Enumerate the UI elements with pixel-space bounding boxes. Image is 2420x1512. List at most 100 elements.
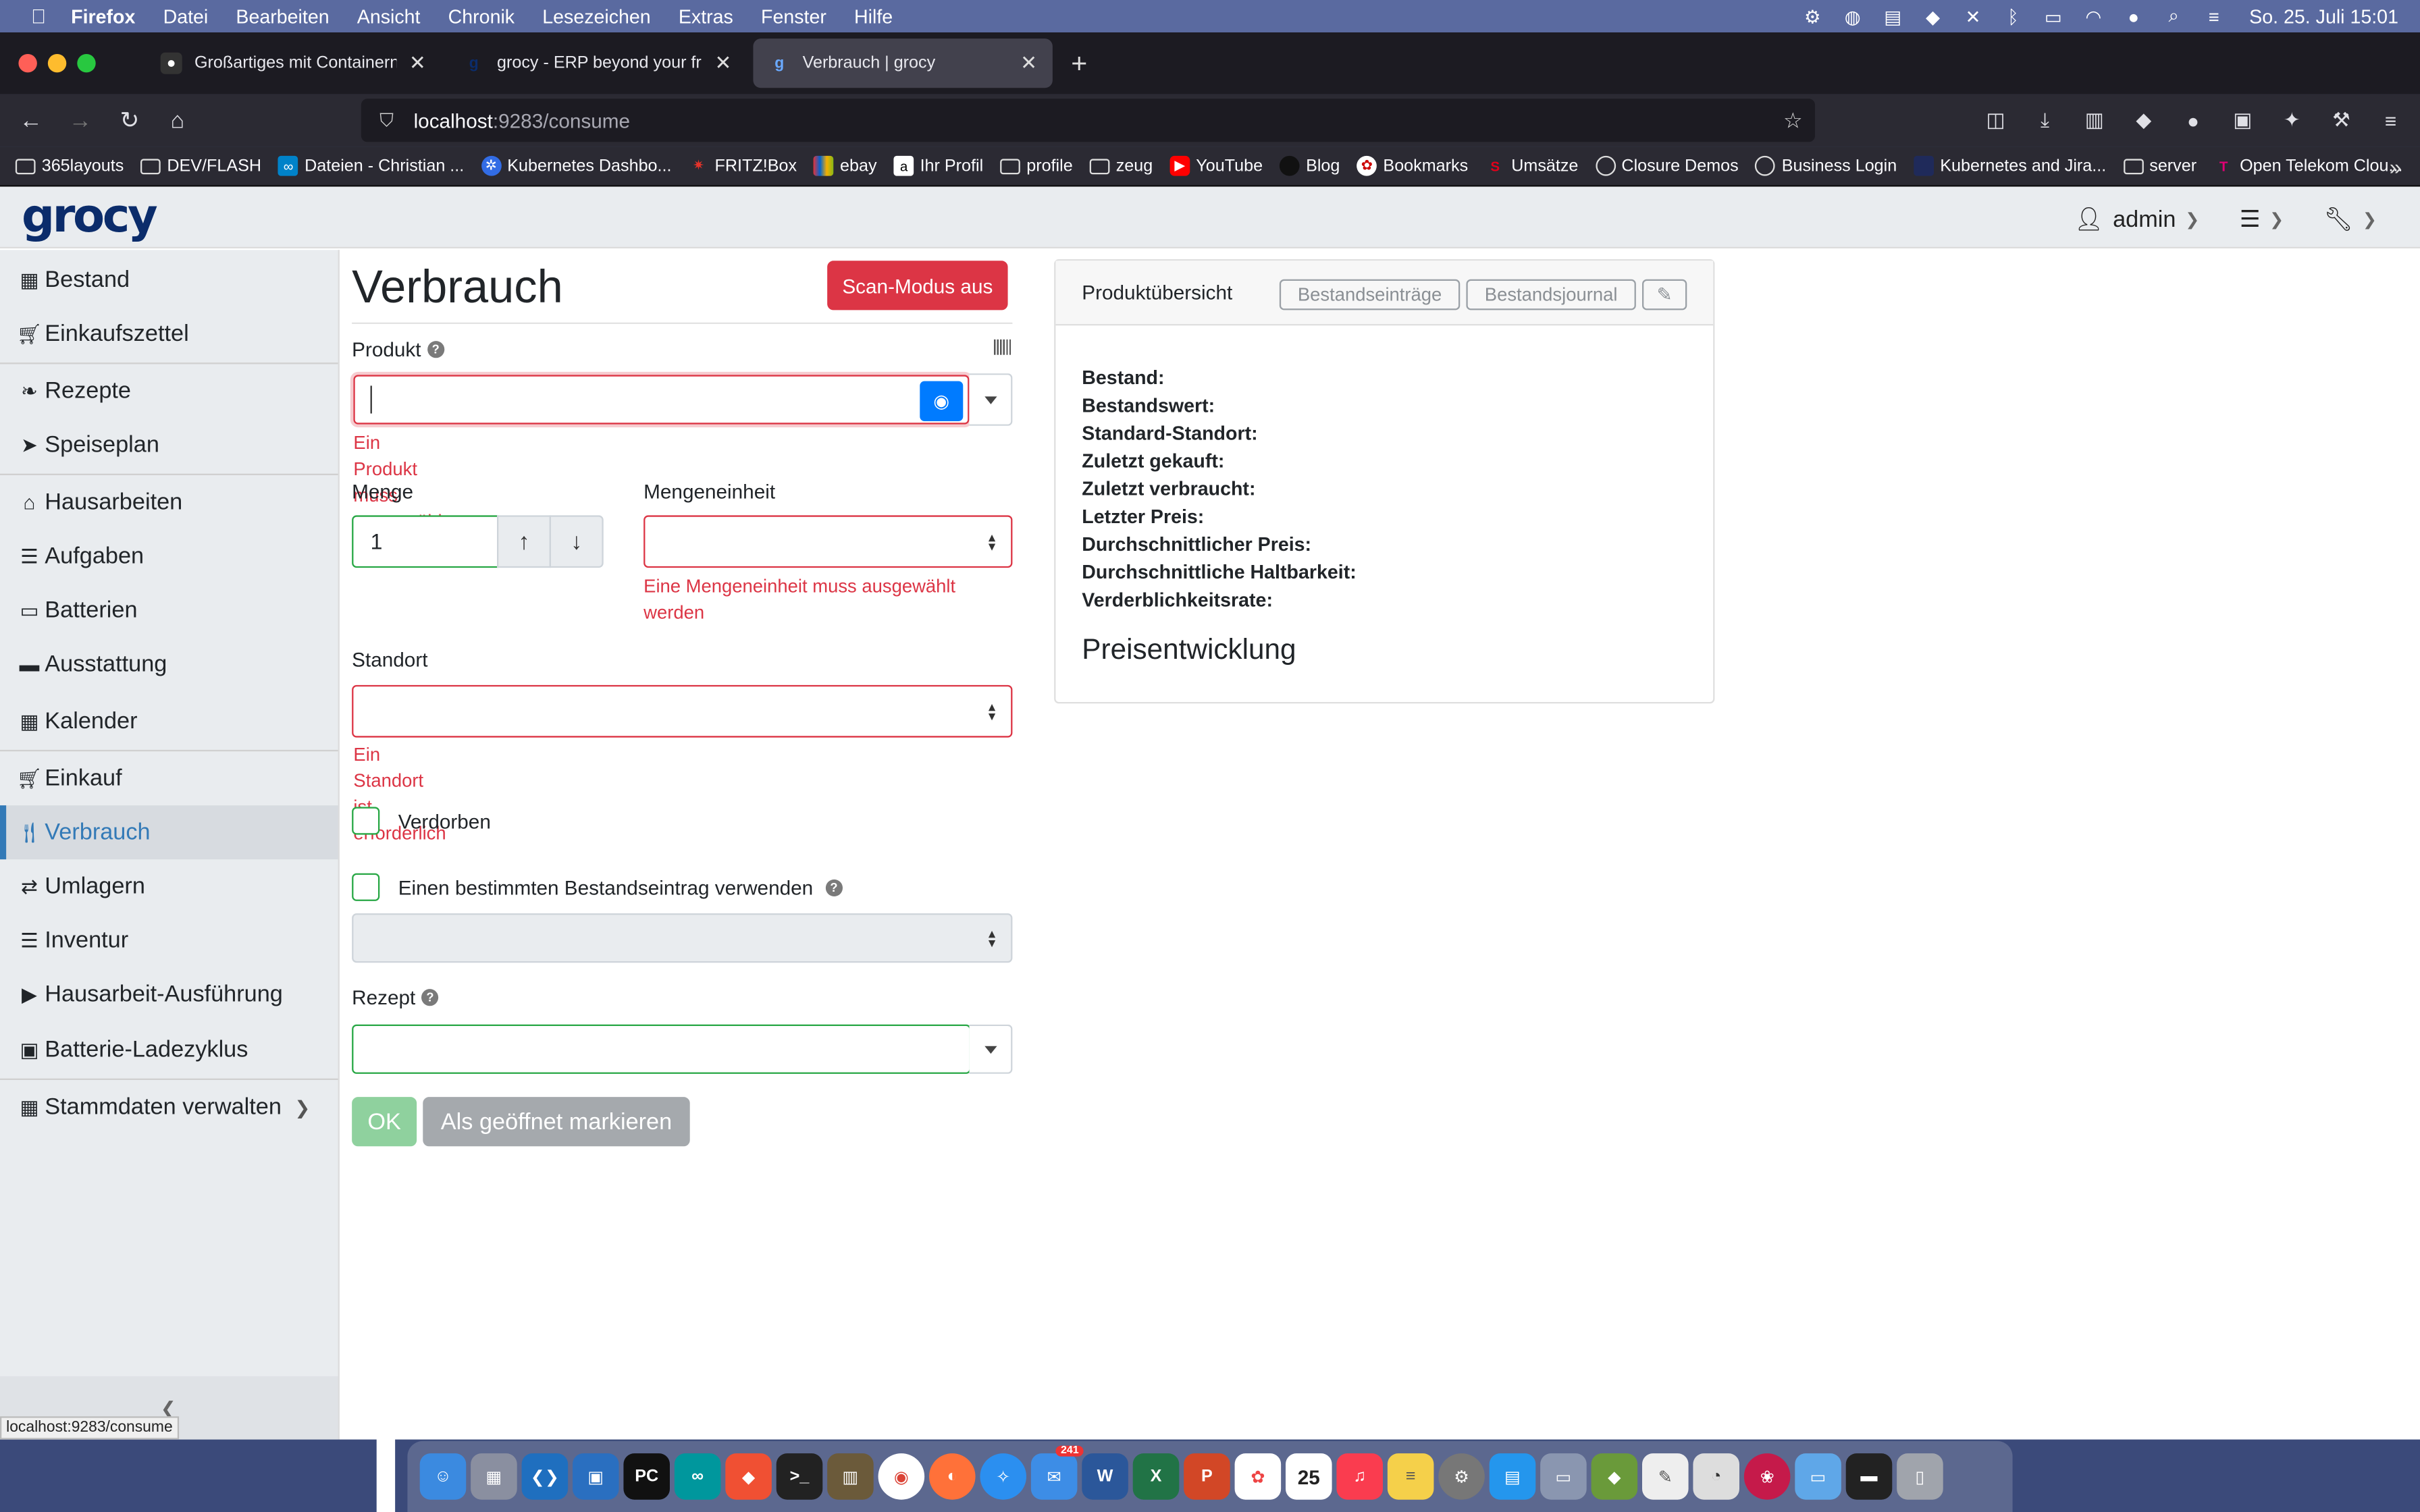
- bookmark-bookmarks[interactable]: ✿ Bookmarks: [1357, 155, 1468, 176]
- reader-icon[interactable]: ▥: [2080, 107, 2108, 134]
- clock[interactable]: So. 25. Juli 15:01: [2249, 5, 2398, 27]
- bookmark-ihr-profil[interactable]: a Ihr Profil: [893, 155, 983, 176]
- stock-entries-button[interactable]: Bestandseinträge: [1279, 279, 1461, 310]
- bookmark-business-login[interactable]: Business Login: [1755, 155, 1897, 176]
- bookmark-profile[interactable]: profile: [1000, 157, 1073, 175]
- git-icon[interactable]: ◆: [725, 1453, 772, 1500]
- menu-datei[interactable]: Datei: [163, 5, 209, 27]
- finder-icon[interactable]: ☺: [419, 1453, 467, 1500]
- tracking-shield-icon[interactable]: ⛉: [379, 109, 398, 132]
- amount-increase-button[interactable]: ↑: [497, 515, 552, 568]
- amount-input[interactable]: 1: [352, 515, 499, 568]
- gear-icon[interactable]: ⚙: [1801, 5, 1823, 27]
- launchpad-icon[interactable]: ▦: [471, 1453, 517, 1500]
- screen-icon[interactable]: ▬: [1845, 1453, 1893, 1500]
- user-menu[interactable]: 👤︎ admin ❯: [2074, 205, 2199, 233]
- mail-icon[interactable]: ✉ 241: [1030, 1445, 1084, 1500]
- bookmark-server[interactable]: server: [2123, 157, 2197, 175]
- mute-icon[interactable]: ✕: [1962, 5, 1984, 27]
- bookmark-umsaetze[interactable]: S Umsätze: [1485, 156, 1578, 176]
- safari-icon[interactable]: ✧: [980, 1453, 1027, 1500]
- control-center-icon[interactable]: ≡: [2203, 5, 2225, 27]
- adblock-icon[interactable]: ●: [2179, 107, 2207, 134]
- grocy-logo[interactable]: grocy: [22, 190, 158, 244]
- raspberry-icon[interactable]: ❀: [1743, 1453, 1791, 1500]
- sidebar-item-einkaufszettel[interactable]: 🛒︎ Einkaufszettel: [0, 307, 338, 361]
- sidebar-item-batterien[interactable]: ▭ Batterien: [0, 583, 338, 637]
- word-icon[interactable]: W: [1082, 1453, 1128, 1500]
- bookmark-youtube[interactable]: ▶ YouTube: [1169, 155, 1263, 176]
- user-icon[interactable]: ●: [2123, 5, 2145, 27]
- docker-icon[interactable]: ▤: [1489, 1453, 1536, 1500]
- bookmark-dateien[interactable]: ∞ Dateien - Christian ...: [278, 155, 464, 176]
- powerpoint-icon[interactable]: P: [1184, 1453, 1230, 1500]
- terminal-icon[interactable]: >_: [776, 1453, 823, 1500]
- shield-icon[interactable]: ◆: [1922, 5, 1944, 27]
- recipe-input[interactable]: [352, 1024, 971, 1074]
- help-icon[interactable]: ?: [825, 879, 843, 896]
- bookmark-devflash[interactable]: DEV/FLASH: [140, 157, 261, 175]
- menu-ansicht[interactable]: Ansicht: [357, 5, 421, 27]
- settings-menu[interactable]: ☰ ❯: [2240, 205, 2284, 233]
- recipe-dropdown-toggle[interactable]: [969, 1024, 1013, 1074]
- app-icon[interactable]: ◔: [1693, 1453, 1739, 1500]
- system-preferences-icon[interactable]: ⚙: [1438, 1453, 1485, 1500]
- notes-icon[interactable]: ≡: [1387, 1453, 1434, 1500]
- download-icon[interactable]: ⤓: [2031, 107, 2059, 134]
- menu-firefox[interactable]: Firefox: [71, 5, 135, 27]
- bookmark-kubernetes-jira[interactable]: Kubernetes and Jira...: [1914, 155, 2106, 176]
- mark-opened-button[interactable]: Als geöffnet markieren: [423, 1097, 690, 1147]
- extensions-puzzle-icon[interactable]: ✦: [2278, 107, 2306, 134]
- sidebar-item-hausarbeiten[interactable]: ⌂ Hausarbeiten: [0, 475, 338, 529]
- menu-lesezeichen[interactable]: Lesezeichen: [542, 5, 650, 27]
- tab-containers[interactable]: ● Großartiges mit Containern: Kü ✕: [145, 38, 442, 88]
- hamburger-menu-icon[interactable]: ≡: [2377, 107, 2404, 134]
- pycharm-icon[interactable]: PC: [623, 1453, 670, 1500]
- bluetooth-icon[interactable]: ᛒ: [2002, 5, 2024, 27]
- ok-button[interactable]: OK: [352, 1097, 417, 1147]
- zoom-window-button[interactable]: [77, 54, 96, 73]
- unit-select[interactable]: ▴ ▾: [643, 515, 1013, 568]
- menu-chronik[interactable]: Chronik: [448, 5, 515, 27]
- bookmark-kubernetes-dashboard[interactable]: ✲ Kubernetes Dashbo...: [481, 155, 672, 176]
- music-icon[interactable]: ♫: [1336, 1453, 1383, 1500]
- close-window-button[interactable]: [18, 54, 37, 73]
- sidebar-item-umlagern[interactable]: ⇄ Umlagern: [0, 859, 338, 913]
- battery-icon[interactable]: ▭: [2043, 5, 2064, 27]
- bookmark-zeug[interactable]: zeug: [1089, 157, 1153, 175]
- spoiled-checkbox[interactable]: [352, 807, 380, 835]
- tab-verbrauch[interactable]: g Verbrauch | grocy ✕: [753, 38, 1053, 88]
- sidebar-item-inventur[interactable]: ☰ Inventur: [0, 913, 338, 967]
- product-dropdown-toggle[interactable]: [969, 373, 1013, 426]
- specific-entry-label[interactable]: Einen bestimmten Bestandseintrag verwend…: [398, 876, 843, 900]
- apple-icon[interactable]: : [28, 5, 49, 28]
- url-text[interactable]: localhost:9283/consume: [414, 109, 631, 132]
- sidebar-item-speiseplan[interactable]: ➤ Speiseplan: [0, 418, 338, 472]
- camera-icon[interactable]: ◉: [920, 381, 964, 421]
- remote-desktop-icon[interactable]: ▣: [573, 1453, 619, 1500]
- sidebar-item-stammdaten[interactable]: ▦ Stammdaten verwalten ❯: [0, 1080, 338, 1134]
- barcode-icon[interactable]: [994, 339, 1013, 355]
- search-icon[interactable]: ⌕: [2163, 5, 2184, 27]
- bookmark-ebay[interactable]: ebay: [814, 155, 877, 176]
- menu-hilfe[interactable]: Hilfe: [854, 5, 893, 27]
- sidebar-item-aufgaben[interactable]: ☰ Aufgaben: [0, 529, 338, 583]
- downloads-folder-icon[interactable]: ▭: [1795, 1453, 1841, 1500]
- bookmark-closure-demos[interactable]: Closure Demos: [1595, 155, 1739, 176]
- close-tab-icon[interactable]: ✕: [409, 51, 426, 76]
- docker-icon[interactable]: ▤: [1882, 5, 1903, 27]
- amount-decrease-button[interactable]: ↓: [549, 515, 604, 568]
- calendar-icon[interactable]: 25: [1286, 1453, 1332, 1500]
- excel-icon[interactable]: X: [1132, 1453, 1180, 1500]
- back-icon[interactable]: ←: [17, 107, 45, 134]
- preview-icon[interactable]: ▭: [1540, 1453, 1587, 1500]
- help-icon[interactable]: ?: [421, 989, 439, 1006]
- stock-journal-button[interactable]: Bestandsjournal: [1466, 279, 1636, 310]
- privacy-badger-icon[interactable]: ◆: [2130, 107, 2157, 134]
- location-select[interactable]: ▴ ▾: [352, 684, 1013, 738]
- tools-menu[interactable]: 🔧︎ ❯: [2324, 205, 2377, 233]
- url-bar[interactable]: ⛉ ▯ localhost:9283/consume ☆: [361, 99, 1815, 1512]
- sidebar-item-batterie-ladezyklus[interactable]: ▣ Batterie-Ladezyklus: [0, 1023, 338, 1077]
- wifi-icon[interactable]: ◠: [2082, 5, 2104, 27]
- arduino-icon[interactable]: ∞: [674, 1453, 721, 1500]
